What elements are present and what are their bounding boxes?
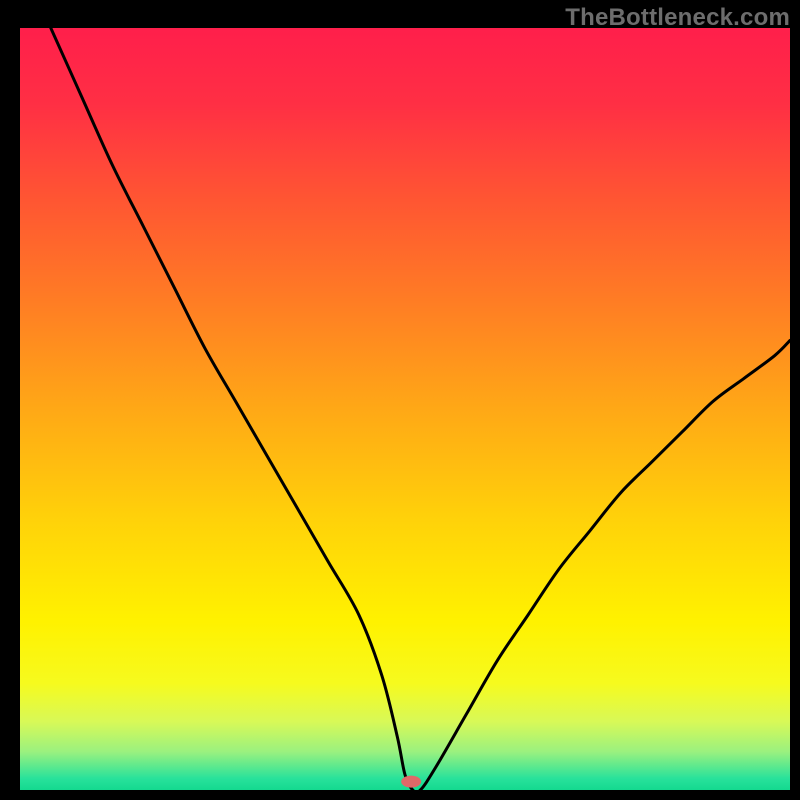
chart-svg: [20, 28, 790, 790]
watermark-text: TheBottleneck.com: [565, 4, 790, 32]
chart-frame: TheBottleneck.com: [0, 0, 800, 800]
gradient-background: [20, 28, 790, 790]
optimal-point-marker: [401, 776, 421, 788]
plot-area: [20, 28, 790, 790]
